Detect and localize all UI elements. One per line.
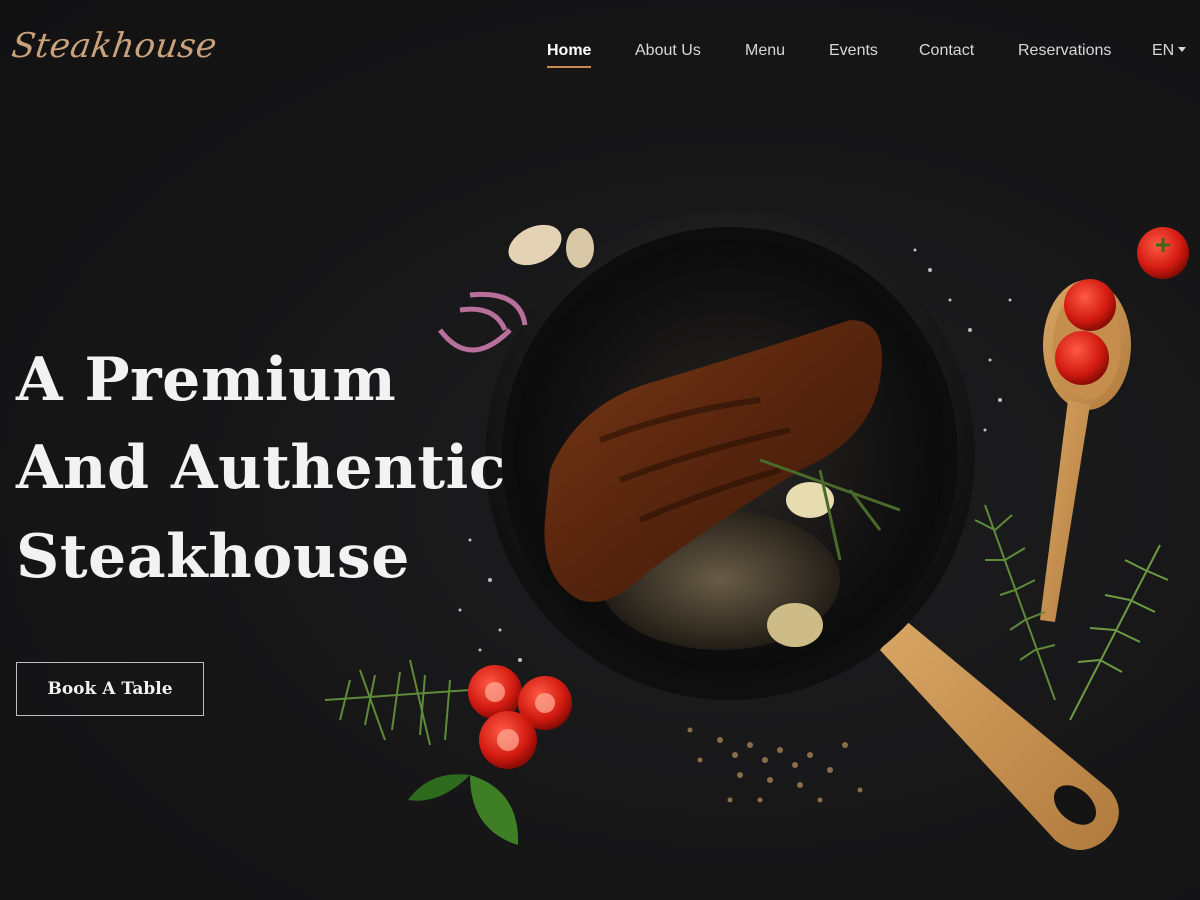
hero-heading-line-3: Steakhouse: [16, 522, 410, 592]
skillet: [485, 210, 975, 700]
page: Steakhouse Home About Us Menu Events Con…: [0, 0, 1200, 900]
wooden-spoon: [1040, 279, 1131, 622]
book-a-table-button[interactable]: Book A Table: [16, 662, 204, 716]
pan-handle: [880, 620, 1119, 850]
hero-heading-line-2: And Authentic: [16, 433, 506, 503]
hero-heading-line-1: A Premium: [16, 345, 397, 415]
